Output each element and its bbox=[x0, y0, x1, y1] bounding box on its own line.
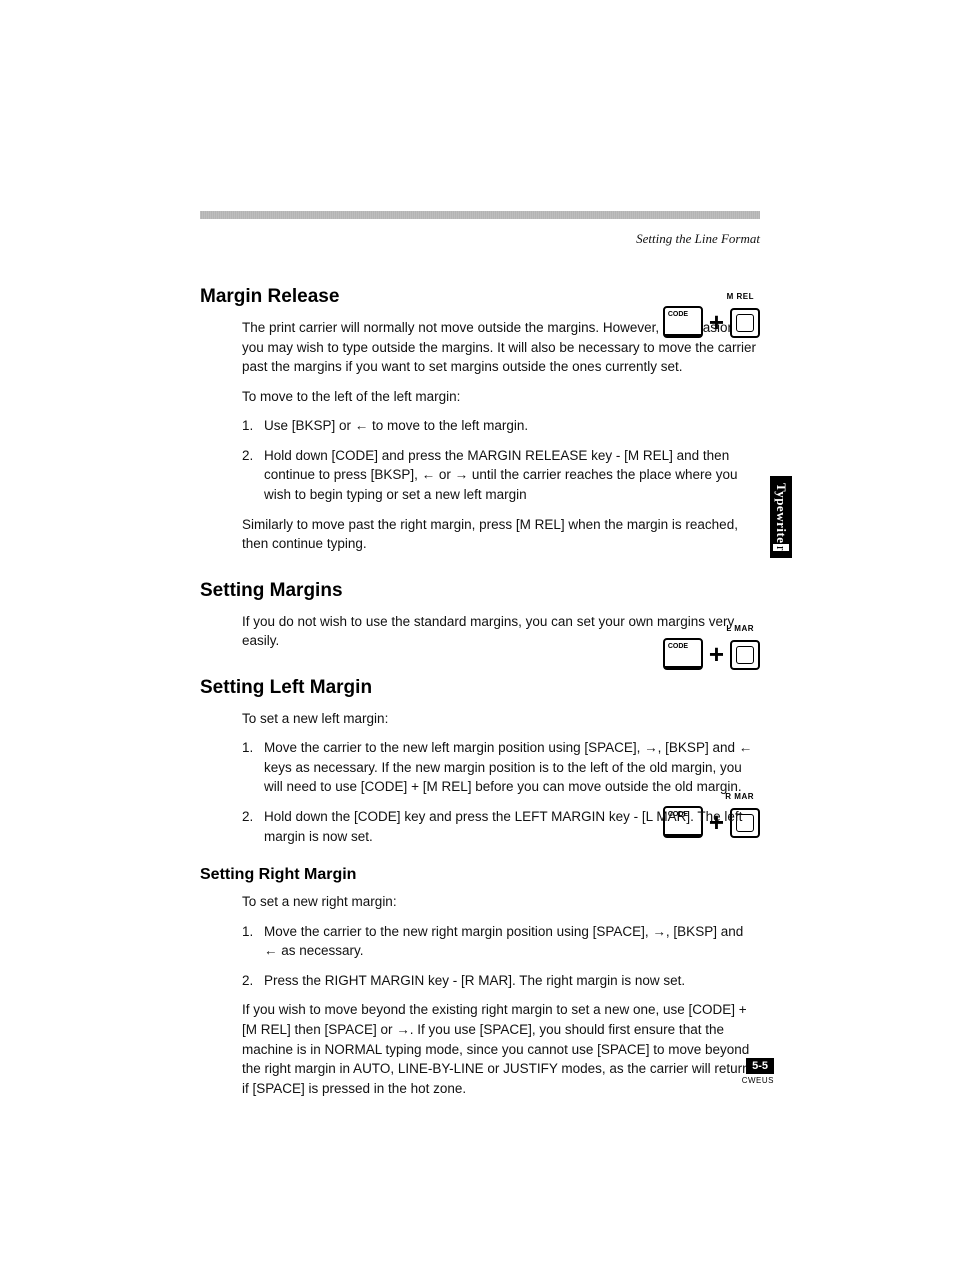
page-number-block: 5-5 CWEUS bbox=[742, 1056, 774, 1085]
paragraph: To set a new left margin: bbox=[242, 709, 760, 729]
list-item-text: Hold down the [CODE] key and press the L… bbox=[264, 809, 742, 844]
list-item-text: Hold down [CODE] and press the MARGIN RE… bbox=[264, 448, 737, 502]
page-code: CWEUS bbox=[742, 1076, 774, 1085]
keycap-code-icon bbox=[663, 306, 703, 338]
list-item-text: Move the carrier to the new right margin… bbox=[264, 924, 743, 959]
plus-icon: + bbox=[709, 641, 724, 667]
page-number: 5-5 bbox=[746, 1058, 774, 1074]
list-item: 2.Hold down the [CODE] key and press the… bbox=[242, 807, 760, 846]
keycombo-lmar: L MAR + bbox=[663, 638, 760, 670]
keycombo-mrel: M REL + bbox=[663, 306, 760, 338]
paragraph: To move to the left of the left margin: bbox=[242, 387, 760, 407]
keycombo-label: M REL bbox=[727, 292, 754, 301]
list-item: 2.Hold down [CODE] and press the MARGIN … bbox=[242, 446, 760, 505]
list-item-text: Press the RIGHT MARGIN key - [R MAR]. Th… bbox=[264, 973, 685, 988]
page-content: M REL + L MAR + R MAR + Margin Release T… bbox=[200, 286, 760, 1098]
paragraph: If you wish to move beyond the existing … bbox=[242, 1000, 760, 1098]
heading-margin-release: Margin Release bbox=[200, 286, 760, 308]
list-item: 1.Move the carrier to the new left margi… bbox=[242, 738, 760, 797]
list-item: 2.Press the RIGHT MARGIN key - [R MAR]. … bbox=[242, 971, 760, 991]
list-item: 1.Move the carrier to the new right marg… bbox=[242, 922, 760, 961]
heading-setting-margins: Setting Margins bbox=[200, 580, 760, 602]
section-tab: Typewriter bbox=[770, 476, 792, 558]
keycap-blank-icon bbox=[730, 640, 760, 670]
section-tab-text: Typewrite bbox=[773, 483, 789, 544]
keycombo-label: L MAR bbox=[726, 624, 754, 633]
running-head: Setting the Line Format bbox=[200, 231, 760, 247]
paragraph: Similarly to move past the right margin,… bbox=[242, 515, 760, 554]
heading-setting-left-margin: Setting Left Margin bbox=[200, 677, 760, 699]
heading-setting-right-margin: Setting Right Margin bbox=[200, 866, 760, 884]
list-item: 1.Use [BKSP] or ← to move to the left ma… bbox=[242, 416, 760, 436]
paragraph: To set a new right margin: bbox=[242, 892, 760, 912]
keycap-code-icon bbox=[663, 638, 703, 670]
plus-icon: + bbox=[709, 309, 724, 335]
keycap-blank-icon bbox=[730, 308, 760, 338]
section-tab-extra: r bbox=[773, 544, 789, 551]
list-item-text: Move the carrier to the new left margin … bbox=[264, 740, 752, 794]
header-rule bbox=[200, 211, 760, 219]
list-item-text: Use [BKSP] or ← to move to the left marg… bbox=[264, 418, 528, 433]
